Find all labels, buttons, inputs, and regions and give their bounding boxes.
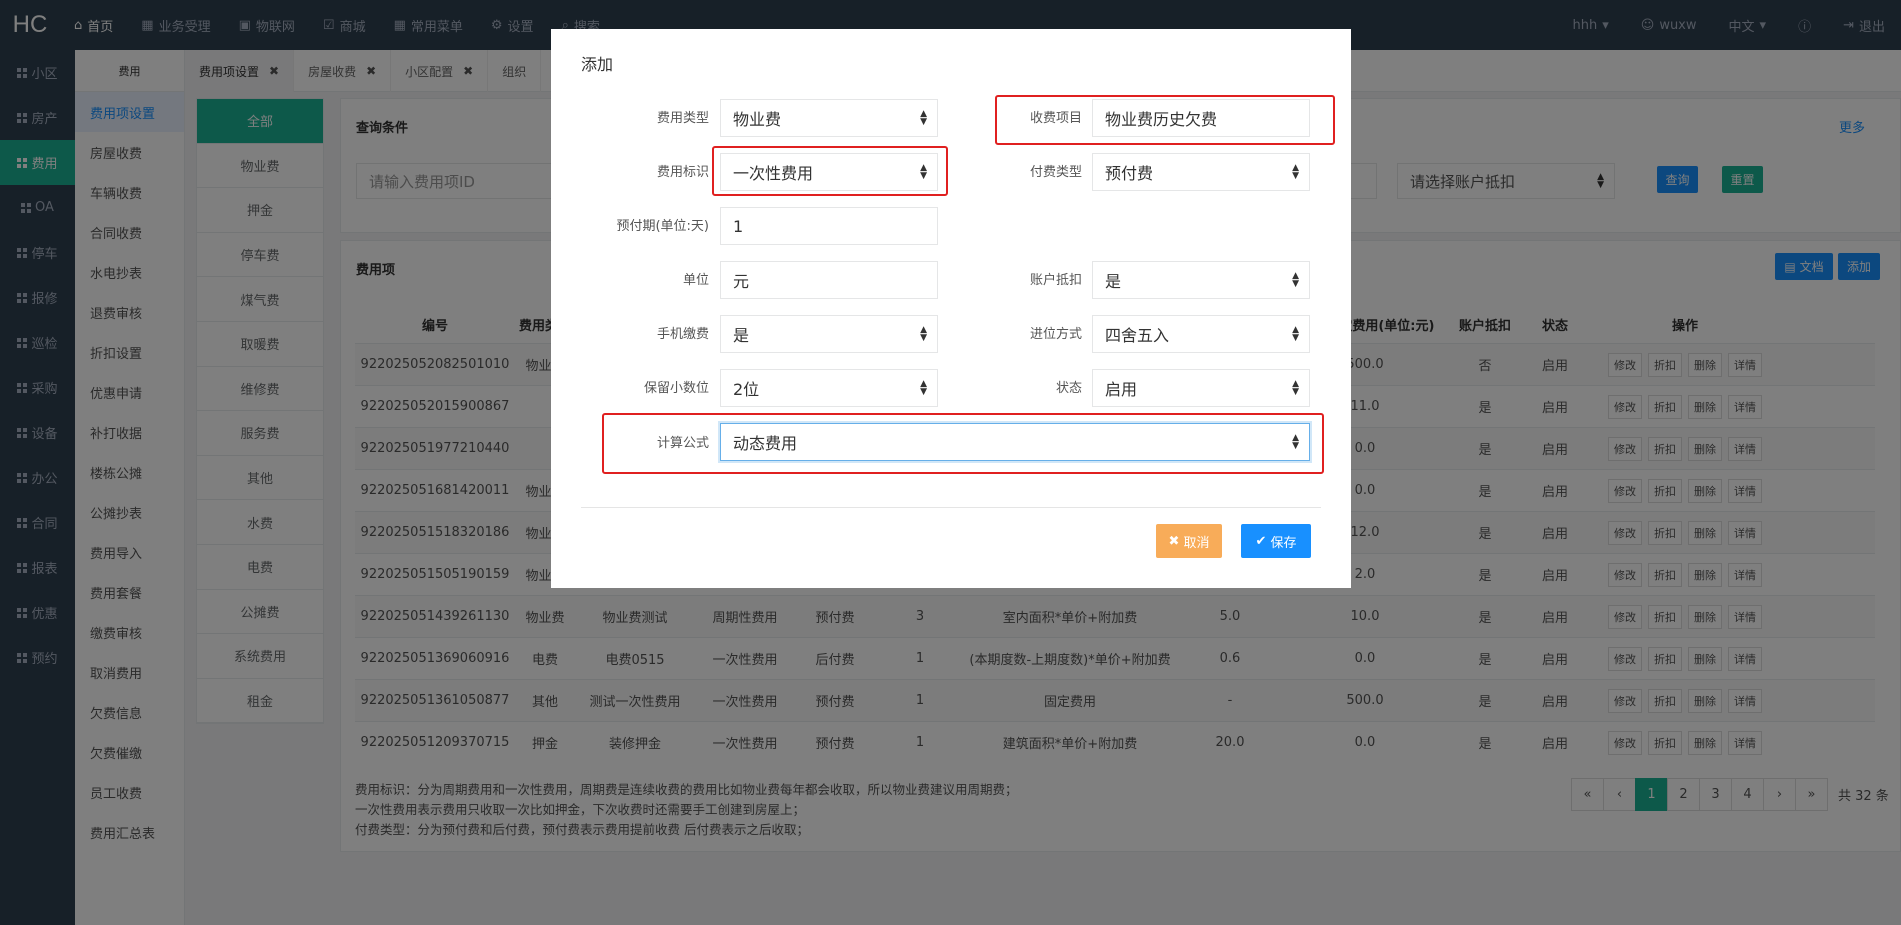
rounding-label: 进位方式 [1029,327,1082,342]
pay-type-label: 付费类型 [1029,165,1082,180]
fee-type-select[interactable]: 物业费 ▲ ▼ [720,99,938,137]
account-deduct-label: 账户抵扣 [1029,273,1082,288]
status-select[interactable]: 启用 ▲ ▼ [1092,369,1310,407]
status-label: 状态 [1055,381,1082,396]
select-arrows-icon: ▲▼ [920,325,927,343]
mobile-pay-select[interactable]: 是 ▲ ▼ [720,315,938,353]
highlight-box-formula [602,413,1324,474]
modal-divider [581,507,1321,508]
close-icon: ✖ [1168,533,1180,549]
fee-type-label: 费用类型 [656,111,709,126]
highlight-box-fee-flag [712,146,948,196]
select-arrows-icon: ▲▼ [920,379,927,397]
add-fee-modal: 添加 费用类型 物业费 ▲ ▼ 收费项目 物业费历史欠费 费用标识 一次性费用 ▲ ▼ … [551,29,1351,588]
select-arrows-icon: ▲▼ [1292,163,1299,181]
pay-type-select[interactable]: 预付费 ▲ ▼ [1092,153,1310,191]
save-button[interactable]: ✔ 保存 [1241,524,1311,558]
decimals-label: 保留小数位 [643,381,709,396]
prepay-period-label: 预付期(单位:天) [616,219,709,234]
select-arrows-icon: ▲▼ [1292,379,1299,397]
cancel-button[interactable]: ✖ 取消 [1156,524,1222,558]
account-deduct-select-modal[interactable]: 是 ▲ ▼ [1092,261,1310,299]
unit-label: 单位 [682,273,709,288]
select-arrows-icon: ▲▼ [920,109,927,127]
prepay-period-input[interactable]: 1 [720,207,938,245]
check-icon: ✔ [1255,533,1267,549]
decimals-select[interactable]: 2位 ▲ ▼ [720,369,938,407]
select-arrows-icon: ▲▼ [1292,271,1299,289]
rounding-select[interactable]: 四舍五入 ▲ ▼ [1092,315,1310,353]
fee-flag-label: 费用标识 [656,165,709,180]
mobile-pay-label: 手机缴费 [656,327,709,342]
unit-input[interactable]: 元 [720,261,938,299]
highlight-box-fee-item [995,95,1335,145]
select-arrows-icon: ▲▼ [1292,325,1299,343]
modal-title: 添加 [581,55,614,74]
